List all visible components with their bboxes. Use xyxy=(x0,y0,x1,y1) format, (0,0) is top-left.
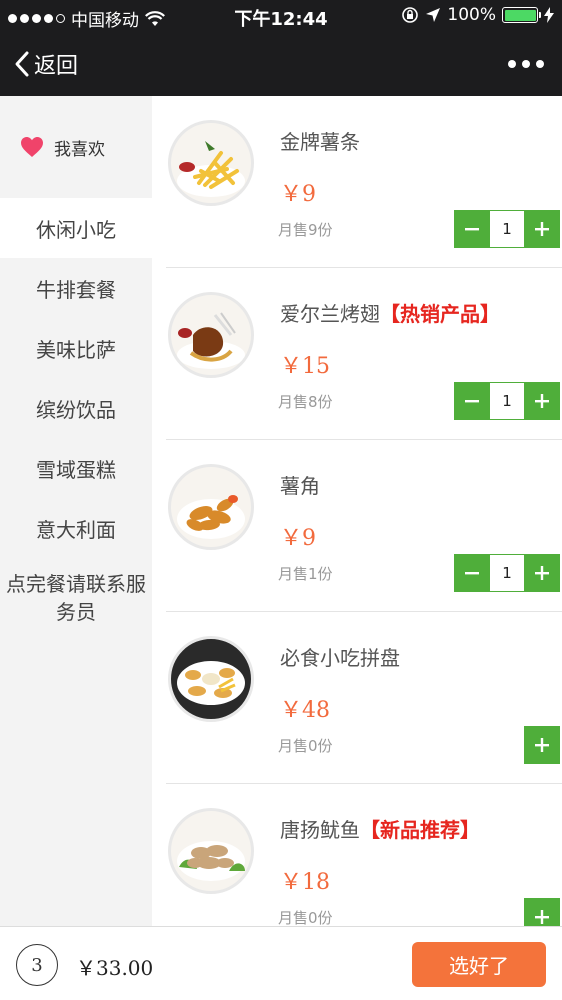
list-item[interactable]: 爱尔兰烤翅【热销产品】 ￥15 月售8份 1 xyxy=(166,268,562,440)
decrease-button[interactable] xyxy=(454,554,490,592)
increase-button[interactable] xyxy=(524,382,560,420)
quantity-value[interactable]: 1 xyxy=(490,554,524,592)
list-item[interactable]: 唐扬鱿鱼【新品推荐】 ￥18 月售0份 xyxy=(166,784,562,926)
quantity-stepper: 1 xyxy=(454,382,560,420)
quantity-value[interactable]: 1 xyxy=(490,382,524,420)
product-list: 金牌薯条 ￥9 月售9份 1 爱尔兰烤翅【热销产品】 ￥15 月售8份 1 薯角… xyxy=(152,96,562,926)
sidebar-item-pasta[interactable]: 意大利面 xyxy=(0,498,152,558)
category-label: 美味比萨 xyxy=(36,337,116,362)
list-item[interactable]: 薯角 ￥9 月售1份 1 xyxy=(166,440,562,612)
navigation-bar: 返回 xyxy=(0,32,562,96)
minus-icon xyxy=(465,228,479,231)
plus-icon xyxy=(535,566,549,580)
product-name: 薯角 xyxy=(280,474,320,498)
product-price: ￥9 xyxy=(280,526,316,551)
sidebar-item-snacks[interactable]: 休闲小吃 xyxy=(0,198,152,258)
plus-icon xyxy=(535,394,549,408)
cart-bar: 3 ￥33.00 选好了 xyxy=(0,926,562,1000)
product-image-fries xyxy=(168,120,254,206)
favorites-label: 我喜欢 xyxy=(54,139,105,160)
quantity-stepper: 1 xyxy=(454,554,560,592)
category-sidebar: 我喜欢 休闲小吃 牛排套餐 美味比萨 缤纷饮品 雪域蛋糕 意大利面 点完餐请联系… xyxy=(0,96,152,926)
product-image-snack-platter xyxy=(168,636,254,722)
quantity-stepper xyxy=(524,898,560,926)
back-label: 返回 xyxy=(34,54,79,79)
plus-icon xyxy=(535,222,549,236)
checkout-button[interactable]: 选好了 xyxy=(412,942,546,987)
product-price: ￥9 xyxy=(280,182,316,207)
monthly-sales: 月售9份 xyxy=(278,221,333,239)
minus-icon xyxy=(465,572,479,575)
cart-count-badge[interactable]: 3 xyxy=(16,944,58,986)
cart-total: ￥33.00 xyxy=(76,956,154,980)
charging-bolt-icon xyxy=(544,7,554,23)
monthly-sales: 月售1份 xyxy=(278,565,333,583)
decrease-button[interactable] xyxy=(454,210,490,248)
product-price: ￥18 xyxy=(280,870,330,895)
category-label: 雪域蛋糕 xyxy=(36,457,116,482)
category-label: 缤纷饮品 xyxy=(36,397,116,422)
product-name: 爱尔兰烤翅【热销产品】 xyxy=(280,302,500,326)
sidebar-item-cakes[interactable]: 雪域蛋糕 xyxy=(0,438,152,498)
product-price: ￥15 xyxy=(280,354,330,379)
battery-icon xyxy=(502,7,541,23)
sidebar-item-contact-waiter[interactable]: 点完餐请联系服务员 xyxy=(0,558,152,638)
increase-button[interactable] xyxy=(524,898,560,926)
more-dots-icon[interactable] xyxy=(508,60,544,68)
quantity-stepper: 1 xyxy=(454,210,560,248)
heart-icon xyxy=(21,137,43,157)
minus-icon xyxy=(465,400,479,403)
status-bar: 中国移动 下午12:44 100% xyxy=(0,0,562,32)
quantity-stepper xyxy=(524,726,560,764)
chevron-left-icon xyxy=(15,51,29,77)
monthly-sales: 月售8份 xyxy=(278,393,333,411)
list-item[interactable]: 金牌薯条 ￥9 月售9份 1 xyxy=(166,96,562,268)
sidebar-item-favorites[interactable]: 我喜欢 xyxy=(0,96,152,198)
product-name: 唐扬鱿鱼【新品推荐】 xyxy=(280,818,480,842)
monthly-sales: 月售0份 xyxy=(278,909,333,926)
product-tag: 【新品推荐】 xyxy=(360,818,480,842)
battery-percent: 100% xyxy=(447,5,496,25)
product-image-squid xyxy=(168,808,254,894)
category-label: 休闲小吃 xyxy=(36,217,116,242)
product-tag: 【热销产品】 xyxy=(380,302,500,326)
monthly-sales: 月售0份 xyxy=(278,737,333,755)
orientation-lock-icon xyxy=(402,7,419,23)
category-label: 意大利面 xyxy=(36,517,116,542)
quantity-value[interactable]: 1 xyxy=(490,210,524,248)
sidebar-item-pizza[interactable]: 美味比萨 xyxy=(0,318,152,378)
increase-button[interactable] xyxy=(524,726,560,764)
back-button[interactable]: 返回 xyxy=(14,48,78,80)
category-label: 牛排套餐 xyxy=(36,277,116,302)
category-label: 点完餐请联系服务员 xyxy=(6,572,146,624)
product-name: 金牌薯条 xyxy=(280,130,360,154)
product-image-wings xyxy=(168,292,254,378)
sidebar-item-drinks[interactable]: 缤纷饮品 xyxy=(0,378,152,438)
status-right: 100% xyxy=(401,5,554,25)
product-image-potato-wedges xyxy=(168,464,254,550)
increase-button[interactable] xyxy=(524,210,560,248)
product-name: 必食小吃拼盘 xyxy=(280,646,400,670)
location-arrow-icon xyxy=(426,8,441,22)
increase-button[interactable] xyxy=(524,554,560,592)
plus-icon xyxy=(535,738,549,752)
list-item[interactable]: 必食小吃拼盘 ￥48 月售0份 xyxy=(166,612,562,784)
plus-icon xyxy=(535,910,549,924)
sidebar-item-steak[interactable]: 牛排套餐 xyxy=(0,258,152,318)
decrease-button[interactable] xyxy=(454,382,490,420)
product-price: ￥48 xyxy=(280,698,330,723)
